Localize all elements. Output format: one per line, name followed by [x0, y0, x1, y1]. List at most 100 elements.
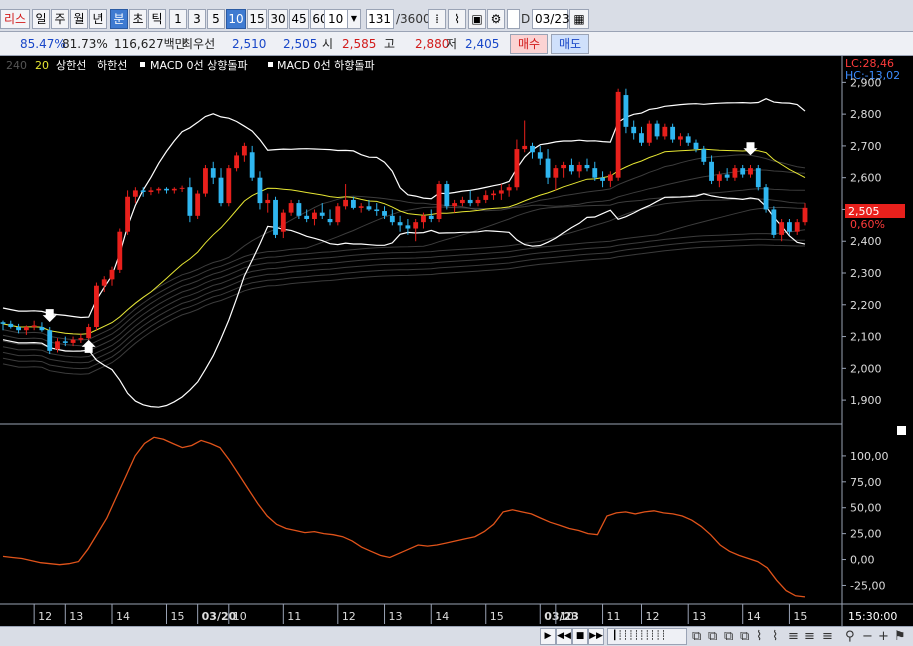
candle-body — [366, 206, 372, 210]
line-chart-button[interactable]: ⌇ — [448, 9, 466, 29]
price-tick-label: 1,900 — [850, 394, 882, 407]
zoom-out-icon[interactable]: − — [862, 628, 873, 645]
candle-body — [584, 164, 590, 169]
candle-body — [530, 145, 535, 153]
scroll-next-button[interactable]: ▶▶ — [588, 628, 604, 645]
price-tick-label: 2,400 — [850, 235, 882, 248]
candle-body — [210, 168, 216, 178]
period-year-button[interactable]: 년 — [89, 9, 107, 29]
candle-body — [514, 149, 520, 188]
scroll-prev-button[interactable]: ◀◀ — [556, 628, 572, 645]
pin-icon[interactable]: ⚑ — [894, 628, 906, 645]
candle-body — [148, 190, 154, 192]
candle-body — [662, 126, 668, 137]
period-month-button[interactable]: 월 — [70, 9, 88, 29]
zoom-slider[interactable]: ┃┊┊┊┊┊┊┊┊┊ — [607, 628, 687, 645]
time-tick-label: 15 — [793, 610, 807, 623]
date-input[interactable]: 03/23 — [532, 9, 570, 29]
candle-body — [389, 215, 395, 223]
open-label: 시 — [322, 37, 334, 51]
save-button[interactable]: ▣ — [468, 9, 486, 29]
settings-button[interactable]: ⚙ — [487, 9, 505, 29]
tool-icon-6[interactable]: ⌇ — [772, 628, 778, 645]
candle-body — [335, 206, 341, 223]
indicator-tick-label: 0,00 — [850, 554, 875, 567]
zoom-in-icon[interactable]: + — [878, 628, 889, 645]
candle-body — [226, 168, 232, 204]
interval-45-button[interactable]: 45 — [289, 9, 309, 29]
candle-body — [39, 327, 45, 331]
candle-body — [203, 168, 208, 194]
candle-body — [413, 222, 419, 229]
time-tick-label: 15 — [490, 610, 504, 623]
indicator-close-button[interactable] — [897, 426, 906, 435]
interval-3-button[interactable]: 3 — [188, 9, 206, 29]
tool-icon-3[interactable]: ⧉ — [724, 628, 733, 645]
interval-15-button[interactable]: 15 — [247, 9, 267, 29]
candle-body — [678, 136, 683, 140]
interval-1-button[interactable]: 1 — [169, 9, 187, 29]
tool-icon-2[interactable]: ⧉ — [708, 628, 717, 645]
calendar-button[interactable]: ▦ — [569, 9, 589, 29]
d-checkbox[interactable] — [507, 9, 520, 29]
candle-body — [802, 207, 808, 223]
period-second-button[interactable]: 초 — [129, 9, 147, 29]
page-input[interactable]: 131 — [366, 9, 394, 29]
tool-icon-1[interactable]: ⧉ — [692, 628, 701, 645]
candle-body — [8, 323, 14, 328]
tool-icon-4[interactable]: ⧉ — [740, 628, 749, 645]
price-tick-label: 2,100 — [850, 331, 882, 344]
tool-icon-8[interactable]: ≡ — [804, 628, 815, 645]
legend-upper-band: 상한선 — [56, 59, 86, 72]
interval-5-button[interactable]: 5 — [207, 9, 225, 29]
candle-body — [249, 152, 255, 178]
candle-body — [483, 195, 489, 200]
period-day-button[interactable]: 일 — [32, 9, 50, 29]
candle-body — [561, 164, 567, 169]
candle-body — [592, 168, 598, 178]
best-price-label: 최우선 — [182, 37, 216, 51]
candle-body — [273, 199, 278, 235]
price-chart[interactable]: 240 20 상한선 하한선 MACD 0선 상향돌파 MACD 0선 하향돌파… — [0, 56, 913, 626]
candle-body — [740, 168, 746, 175]
price-tick-label: 2,200 — [850, 299, 882, 312]
period-minute-button[interactable]: 분 — [110, 9, 128, 29]
scroll-first-button[interactable]: ▶ — [540, 628, 556, 645]
candle-body — [218, 177, 224, 204]
candle-body — [86, 327, 92, 339]
tab-list[interactable]: 리스트 — [0, 9, 30, 44]
period-tick-button[interactable]: 틱 — [148, 9, 166, 29]
sell-button[interactable]: 매도 — [551, 34, 589, 54]
interval-30-button[interactable]: 30 — [268, 9, 288, 29]
rate-pct-1: 85.47% — [20, 37, 66, 51]
rate-pct-2: 81.73% — [62, 37, 108, 51]
best-bid: 2,505 — [283, 37, 318, 51]
candle-body — [382, 211, 387, 216]
candle-body — [265, 199, 271, 204]
candle-body — [179, 187, 185, 189]
candle-body — [350, 199, 356, 208]
tool-icon-5[interactable]: ⌇ — [756, 628, 762, 645]
candle-settings-button[interactable]: ⁞ — [428, 9, 446, 29]
search-icon[interactable]: ⚲ — [845, 628, 855, 645]
candle-body — [623, 95, 629, 127]
candle-body — [117, 231, 123, 270]
interval-10-button[interactable]: 10 — [226, 9, 246, 29]
time-tick-label: 14 — [747, 610, 761, 623]
tool-icon-7[interactable]: ≡ — [788, 628, 799, 645]
buy-button[interactable]: 매수 — [510, 34, 548, 54]
quote-info-bar: 85.47% 81.73% 116,627백만 최우선 2,510 2,505 … — [0, 32, 913, 56]
legend-ma240: 240 — [6, 59, 27, 72]
gear-icon: ⚙ — [490, 12, 502, 26]
price-tick-label: 2,600 — [850, 172, 882, 185]
slider-handle-icon: ┃┊┊┊┊┊┊┊┊┊ — [612, 631, 667, 641]
change-pct: 0,60% — [850, 218, 885, 231]
candle-body — [475, 199, 481, 204]
tool-icon-9[interactable]: ≡ — [822, 628, 833, 645]
price-tick-label: 2,300 — [850, 267, 882, 280]
period-week-button[interactable]: 주 — [51, 9, 69, 29]
count-dropdown-button[interactable]: ▼ — [347, 9, 361, 29]
candle-body — [132, 190, 138, 197]
stop-button[interactable]: ■ — [572, 628, 588, 645]
low-price: 2,405 — [465, 37, 500, 51]
